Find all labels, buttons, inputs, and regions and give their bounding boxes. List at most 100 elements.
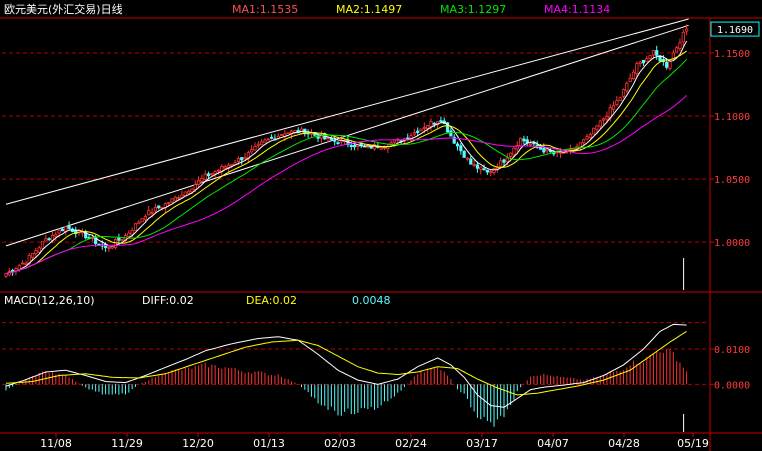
candle-body (545, 148, 549, 152)
date-label: 02/03 (324, 437, 356, 450)
candle-body (482, 168, 486, 171)
candle-body (479, 166, 483, 170)
candle-body (475, 164, 480, 169)
candle-body (485, 169, 490, 173)
candle-body (44, 238, 48, 242)
candle-body (489, 171, 493, 173)
candle-body (54, 234, 58, 237)
candle-body (216, 169, 221, 172)
candle-body (502, 159, 506, 163)
candle-body (213, 171, 217, 175)
candle-body (97, 243, 101, 246)
candle-body (469, 158, 473, 165)
candle-body (143, 216, 148, 220)
candle-body (269, 136, 274, 139)
macd-value-label: 0.0048 (352, 294, 391, 307)
price-tick-label: 1.1000 (714, 112, 750, 123)
candle-body (230, 163, 234, 167)
candle-body (336, 142, 340, 145)
candle-body (190, 188, 194, 193)
candle-body (256, 143, 260, 146)
ma3-label: MA3:1.1297 (440, 3, 506, 16)
candle-body (160, 206, 164, 209)
candle-body (253, 146, 257, 151)
candle-body (120, 238, 124, 241)
candle-body (47, 238, 51, 241)
candle-body (595, 125, 599, 130)
candle-body (40, 241, 45, 249)
candle-body (422, 127, 426, 129)
date-label: 01/13 (253, 437, 285, 450)
date-label: 12/20 (182, 437, 214, 450)
candle-body (668, 60, 672, 69)
candle-body (638, 61, 642, 65)
price-tick-label: 1.0500 (714, 175, 750, 186)
ma2-label: MA2:1.1497 (336, 3, 402, 16)
candle-body (628, 77, 632, 82)
candle-body (641, 59, 646, 64)
ma4-label: MA4:1.1134 (544, 3, 610, 16)
candle-body (651, 50, 656, 56)
candle-body (250, 149, 254, 153)
candle-body (598, 120, 602, 127)
candle-body (157, 205, 161, 209)
candle-body (625, 82, 629, 92)
ma1-label: MA1:1.1535 (232, 3, 298, 16)
candle-body (409, 135, 413, 139)
candle-body (173, 196, 177, 201)
macd-tick-label: 0.0100 (714, 345, 750, 356)
candle-body (588, 134, 592, 139)
candle-body (585, 136, 589, 140)
candle-body (582, 139, 586, 144)
candle-body (333, 139, 337, 142)
forex-daily-chart: 1.1500 1.1000 1.0500 1.0000 0.0100 0.0000 11/… (0, 0, 762, 451)
candle-body (117, 237, 121, 241)
candle-body (592, 127, 596, 135)
candle-body (263, 139, 267, 143)
candle-body (499, 160, 503, 167)
candle-body (11, 269, 15, 272)
candle-body (602, 118, 606, 121)
candle-body (167, 202, 171, 205)
candle-body (286, 132, 290, 135)
date-label: 04/07 (537, 437, 569, 450)
candle-body (170, 198, 174, 203)
candle-body (449, 130, 453, 137)
candle-body (528, 143, 533, 146)
candle-body (455, 143, 460, 147)
candle-body (37, 247, 41, 253)
date-label: 11/29 (111, 437, 143, 450)
candle-body (509, 152, 513, 157)
candle-body (635, 63, 639, 74)
candle-body (459, 145, 463, 152)
candle-body (193, 184, 197, 191)
candle-body (57, 229, 61, 234)
candle-body (542, 147, 546, 153)
candle-body (60, 228, 65, 232)
candle-body (24, 262, 28, 265)
candle-body (349, 144, 353, 148)
candle-body (472, 164, 476, 166)
candle-body (426, 125, 430, 129)
candle-body (369, 146, 373, 149)
candle-body (522, 138, 526, 142)
last-price-value: 1.1690 (717, 25, 753, 36)
candle-body (429, 121, 433, 127)
candle-body (675, 47, 679, 53)
candle-body (183, 191, 187, 197)
candle-body (266, 138, 270, 141)
candle-body (611, 105, 616, 110)
candle-body (67, 225, 71, 229)
candle-body (439, 120, 443, 123)
candle-body (107, 247, 111, 249)
date-label: 05/19 (677, 437, 709, 450)
candle-body (137, 221, 141, 225)
candle-body (20, 262, 25, 265)
candle-body (519, 137, 523, 147)
candle-body (127, 232, 131, 237)
candle-body (196, 180, 201, 185)
macd-dea-label: DEA:0.02 (246, 294, 297, 307)
candle-body (648, 55, 652, 59)
candle-body (621, 89, 626, 97)
candle-body (279, 134, 284, 137)
